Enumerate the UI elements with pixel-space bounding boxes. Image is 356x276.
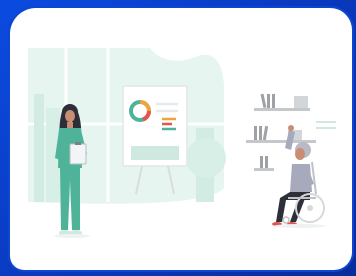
blue-frame (0, 0, 356, 276)
illustration-card (10, 8, 352, 270)
medical-illustration (28, 48, 336, 238)
